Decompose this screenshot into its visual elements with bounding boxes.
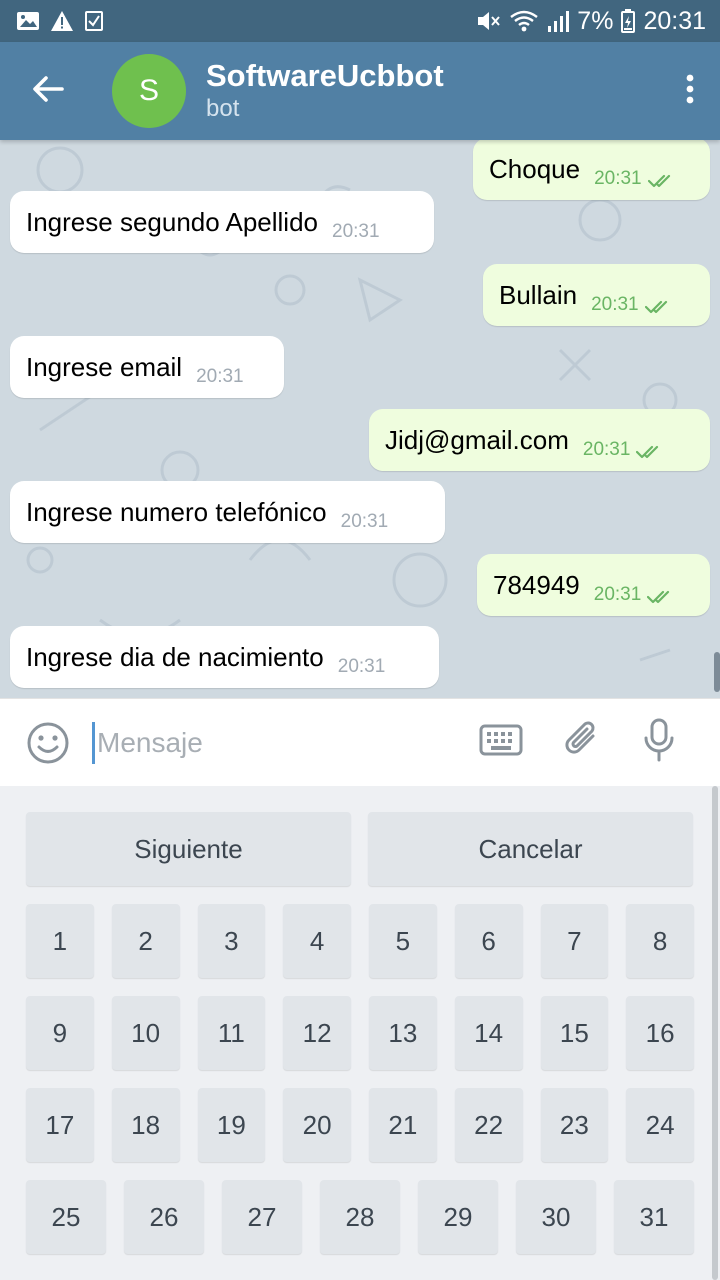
keyboard-button-24[interactable]: 24 — [626, 1088, 694, 1162]
keyboard-button-2[interactable]: 2 — [111, 904, 180, 978]
keyboard-button-10[interactable]: 10 — [111, 996, 180, 1070]
chat-scrollbar[interactable] — [714, 652, 720, 692]
battery-icon — [621, 9, 636, 33]
avatar[interactable]: S — [112, 54, 186, 128]
more-vert-icon — [685, 73, 695, 110]
keyboard-button-7[interactable]: 7 — [540, 904, 609, 978]
wifi-icon — [509, 9, 539, 33]
status-bar: 7% 20:31 — [0, 0, 720, 42]
message-text: Ingrese numero telefónico — [26, 496, 327, 527]
message-time: 20:31 — [594, 168, 642, 189]
battery-percent: 7% — [577, 6, 614, 35]
emoji-button[interactable] — [24, 719, 72, 767]
chat-title-block[interactable]: SoftwareUcbbot bot — [206, 58, 444, 124]
keyboard-button-5[interactable]: 5 — [369, 904, 437, 978]
incoming-message[interactable]: Ingrese numero telefónico 20:31 — [10, 481, 445, 543]
arrow-back-icon — [32, 75, 64, 108]
message-text: Ingrese dia de nacimiento — [26, 641, 324, 672]
warning-notification-icon — [50, 10, 74, 32]
keyboard-button-8[interactable]: 8 — [626, 904, 694, 978]
chat-header: S SoftwareUcbbot bot — [0, 42, 720, 140]
keyboard-button-26[interactable]: 26 — [124, 1180, 204, 1254]
keyboard-button-28[interactable]: 28 — [320, 1180, 400, 1254]
keyboard-button-22[interactable]: 22 — [454, 1088, 523, 1162]
keyboard-button-16[interactable]: 16 — [626, 996, 694, 1070]
mute-icon — [475, 9, 501, 33]
status-time: 20:31 — [643, 6, 706, 35]
keyboard-button-12[interactable]: 12 — [283, 996, 351, 1070]
keyboard-button-18[interactable]: 18 — [111, 1088, 180, 1162]
message-text: Ingrese segundo Apellido — [26, 206, 319, 237]
message-text: Bullain — [499, 279, 578, 310]
back-button[interactable] — [0, 42, 96, 140]
message-time: 20:31 — [593, 584, 642, 605]
incoming-message[interactable]: Ingrese email 20:31 — [10, 336, 284, 398]
keyboard-button-siguiente[interactable]: Siguiente — [26, 812, 351, 886]
message-time: 20:31 — [340, 511, 389, 532]
keyboard-button-cancelar[interactable]: Cancelar — [368, 812, 693, 886]
incoming-message[interactable]: Ingrese segundo Apellido 20:31 — [10, 191, 434, 253]
emoji-icon — [27, 722, 69, 763]
bot-keyboard-toggle[interactable] — [479, 723, 523, 762]
message-time: 20:31 — [332, 221, 380, 242]
keyboard-button-6[interactable]: 6 — [454, 904, 523, 978]
keyboard-icon — [479, 724, 523, 756]
more-options-button[interactable] — [660, 42, 720, 140]
keyboard-button-11[interactable]: 11 — [197, 996, 266, 1070]
microphone-icon — [644, 718, 674, 762]
read-checkmark-icon — [647, 580, 675, 611]
signal-icon — [547, 9, 570, 33]
message-text: 784949 — [493, 569, 580, 600]
chat-subtitle: bot — [206, 95, 240, 122]
keyboard-button-23[interactable]: 23 — [540, 1088, 609, 1162]
keyboard-button-20[interactable]: 20 — [283, 1088, 351, 1162]
keyboard-button-14[interactable]: 14 — [454, 996, 523, 1070]
keyboard-button-19[interactable]: 19 — [197, 1088, 266, 1162]
message-input-bar — [0, 698, 720, 786]
keyboard-button-21[interactable]: 21 — [369, 1088, 437, 1162]
message-time: 20:31 — [337, 656, 386, 677]
keyboard-button-4[interactable]: 4 — [283, 904, 351, 978]
message-time: 20:31 — [582, 439, 631, 460]
keyboard-button-1[interactable]: 1 — [26, 904, 94, 978]
keyboard-button-30[interactable]: 30 — [516, 1180, 596, 1254]
outgoing-message[interactable]: 784949 20:31 — [477, 554, 710, 616]
outgoing-message[interactable]: Jidj@gmail.com 20:31 — [369, 409, 710, 471]
keyboard-button-25[interactable]: 25 — [26, 1180, 106, 1254]
outgoing-message[interactable]: Bullain 20:31 — [483, 264, 710, 326]
bot-keyboard: Siguiente Cancelar 1 2 3 4 5 6 7 8 9 10 11 12 13 14 15 16… — [0, 786, 720, 1280]
message-input[interactable] — [95, 712, 455, 773]
voice-record-button[interactable] — [643, 718, 675, 767]
incoming-message[interactable]: Ingrese dia de nacimiento 20:31 — [10, 626, 439, 688]
keyboard-button-3[interactable]: 3 — [197, 904, 266, 978]
keyboard-button-13[interactable]: 13 — [369, 996, 437, 1070]
read-checkmark-icon — [644, 290, 673, 321]
keyboard-button-31[interactable]: 31 — [614, 1180, 694, 1254]
read-checkmark-icon — [647, 164, 676, 195]
outgoing-message[interactable]: Choque 20:31 — [473, 140, 710, 200]
read-checkmark-icon — [636, 435, 664, 466]
gallery-notification-icon — [16, 10, 40, 32]
attach-button[interactable] — [563, 718, 601, 767]
paperclip-icon — [565, 721, 595, 754]
message-text: Jidj@gmail.com — [385, 424, 569, 455]
keyboard-button-17[interactable]: 17 — [26, 1088, 94, 1162]
message-text: Ingrese email — [26, 351, 183, 382]
chat-title: SoftwareUcbbot — [206, 58, 444, 93]
keyboard-button-29[interactable]: 29 — [418, 1180, 498, 1254]
keyboard-button-9[interactable]: 9 — [26, 996, 94, 1070]
keyboard-scrollbar[interactable] — [712, 786, 718, 1280]
message-time: 20:31 — [591, 294, 639, 315]
keyboard-button-15[interactable]: 15 — [540, 996, 609, 1070]
task-notification-icon — [84, 10, 104, 32]
keyboard-button-27[interactable]: 27 — [222, 1180, 302, 1254]
chat-area[interactable]: Choque 20:31 Ingrese segundo Apellido 20:31… — [0, 140, 720, 698]
message-text: Choque — [489, 153, 581, 184]
message-time: 20:31 — [196, 366, 244, 387]
